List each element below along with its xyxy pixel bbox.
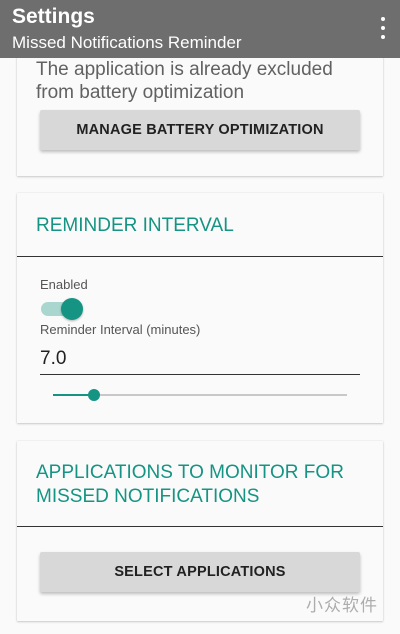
- settings-screen: Settings Missed Notifications Reminder T…: [0, 0, 400, 634]
- app-toolbar: Settings Missed Notifications Reminder: [0, 0, 400, 58]
- reminder-interval-label: Reminder Interval (minutes): [40, 322, 201, 337]
- slider-thumb[interactable]: [88, 389, 100, 401]
- section-divider: [17, 256, 383, 257]
- battery-optimization-card: The application is already excluded from…: [17, 40, 383, 176]
- section-divider: [17, 526, 383, 527]
- toolbar-title: Settings: [12, 5, 95, 28]
- overflow-menu-icon[interactable]: [380, 17, 386, 39]
- manage-battery-optimization-button[interactable]: MANAGE BATTERY OPTIMIZATION: [40, 110, 360, 150]
- applications-heading: APPLICATIONS TO MONITOR FOR MISSED NOTIF…: [36, 462, 344, 507]
- reminder-interval-input[interactable]: 7.0: [40, 344, 360, 375]
- reminder-interval-card: REMINDER INTERVAL Enabled Reminder Inter…: [17, 193, 383, 423]
- toggle-thumb: [61, 298, 83, 320]
- reminder-interval-heading: REMINDER INTERVAL: [36, 215, 234, 236]
- enabled-label: Enabled: [40, 277, 88, 292]
- watermark: 小众软件: [306, 596, 378, 615]
- toolbar-subtitle: Missed Notifications Reminder: [12, 33, 242, 52]
- battery-status-text: The application is already excluded from…: [36, 59, 333, 103]
- reminder-interval-slider[interactable]: [53, 388, 347, 402]
- enabled-toggle[interactable]: [41, 297, 83, 320]
- select-applications-button[interactable]: SELECT APPLICATIONS: [40, 552, 360, 592]
